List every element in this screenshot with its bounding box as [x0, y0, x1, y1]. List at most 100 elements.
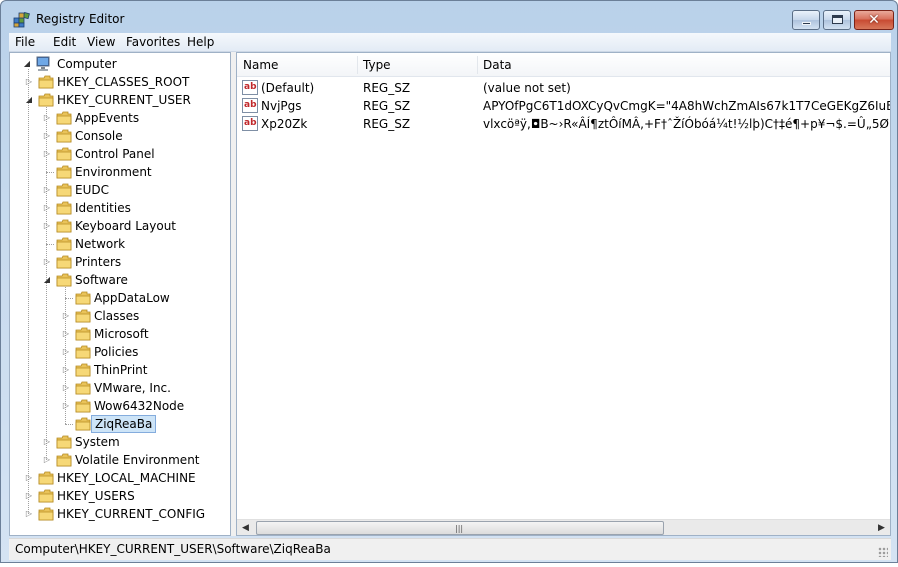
folder-icon	[75, 381, 91, 398]
maximize-button[interactable]	[823, 10, 851, 30]
tree-label: ZiqReaBa	[91, 415, 157, 433]
value-name: (Default)	[261, 81, 315, 95]
expand-arrow-icon[interactable]: ▷	[42, 433, 52, 451]
expand-arrow-icon[interactable]: ▷	[42, 253, 52, 271]
tree-label: Software	[75, 273, 128, 287]
tree-connector-line	[65, 298, 73, 299]
expand-arrow-icon[interactable]: ▷	[61, 361, 71, 379]
expand-arrow-icon[interactable]: ▷	[61, 397, 71, 415]
tree-connector-line	[28, 69, 29, 514]
expand-arrow-icon[interactable]: ▷	[24, 73, 34, 91]
close-button[interactable]: ✕	[854, 10, 894, 30]
tree-label: EUDC	[75, 183, 109, 197]
value-type: REG_SZ	[363, 117, 411, 131]
folder-icon	[38, 471, 54, 488]
tree-label: Environment	[75, 165, 152, 179]
expand-arrow-icon[interactable]: ▷	[24, 487, 34, 505]
expand-arrow-icon[interactable]: ▷	[42, 181, 52, 199]
tree-label: Policies	[94, 345, 139, 359]
folder-icon	[56, 219, 72, 236]
scrollbar-thumb[interactable]: |||	[256, 521, 664, 535]
collapse-arrow-icon[interactable]: ◢	[42, 271, 52, 289]
expand-arrow-icon[interactable]: ▷	[42, 145, 52, 163]
folder-icon	[56, 165, 72, 182]
collapse-arrow-icon[interactable]: ◢	[24, 91, 34, 109]
folder-icon	[56, 201, 72, 218]
value-type: REG_SZ	[363, 81, 411, 95]
folder-icon	[56, 435, 72, 452]
menu-help[interactable]: Help	[187, 35, 214, 49]
values-list[interactable]: Name Type Data ab (Default) REG_SZ (valu…	[236, 52, 891, 536]
menu-favorites[interactable]: Favorites	[126, 35, 180, 49]
menu-bar: File Edit View Favorites Help	[9, 33, 891, 52]
tree-label: AppDataLow	[94, 291, 170, 305]
folder-icon	[56, 237, 72, 254]
expand-arrow-icon[interactable]: ▷	[42, 217, 52, 235]
scroll-right-icon[interactable]: ▶	[873, 520, 890, 535]
tree-label: Network	[75, 237, 126, 251]
tree-label: Wow6432Node	[94, 399, 185, 413]
maximize-icon	[832, 15, 843, 24]
menu-view[interactable]: View	[87, 35, 115, 49]
scroll-left-icon[interactable]: ◀	[237, 520, 254, 535]
registry-tree[interactable]: ◢ Computer ▷ HKEY_CLASSES_ROOT ◢ HKEY_CURRE…	[9, 52, 231, 536]
tree-label: Microsoft	[94, 327, 149, 341]
resize-grip-icon[interactable]	[878, 547, 888, 557]
expand-arrow-icon[interactable]: ▷	[42, 109, 52, 127]
tree-label: HKEY_CURRENT_USER	[57, 93, 191, 107]
expand-arrow-icon[interactable]: ▷	[42, 127, 52, 145]
string-value-icon: ab	[242, 80, 258, 95]
folder-icon	[75, 327, 91, 344]
expand-arrow-icon[interactable]: ▷	[61, 379, 71, 397]
folder-icon	[38, 75, 54, 92]
folder-icon	[56, 453, 72, 470]
thumb-grip-icon: |||	[455, 524, 464, 533]
tree-label: Volatile Environment	[75, 453, 200, 467]
expand-arrow-icon[interactable]: ▷	[61, 307, 71, 325]
value-row[interactable]: ab NvjPgs REG_SZ APYOfPgC6T1dOXCyQvCmgK=…	[237, 97, 890, 115]
folder-icon	[38, 93, 54, 110]
value-row[interactable]: ab (Default) REG_SZ (value not set)	[237, 79, 890, 97]
tree-label: VMware, Inc.	[94, 381, 171, 395]
tree-label: Console	[75, 129, 123, 143]
folder-icon	[56, 255, 72, 272]
title-bar[interactable]: Registry Editor ✕	[1, 1, 897, 33]
menu-file[interactable]: File	[15, 35, 35, 49]
tree-label: System	[75, 435, 120, 449]
column-data[interactable]: Data	[477, 53, 890, 77]
tree-connector-line	[65, 424, 73, 425]
value-data: APYOfPgC6T1dOXCyQvCmgK="4A8hWchZmAIs67k1…	[483, 99, 890, 113]
folder-icon	[75, 363, 91, 380]
column-type[interactable]: Type	[357, 53, 477, 77]
close-icon: ✕	[868, 12, 880, 28]
menu-edit[interactable]: Edit	[53, 35, 76, 49]
expand-arrow-icon[interactable]: ▷	[42, 199, 52, 217]
expand-arrow-icon[interactable]: ▷	[24, 469, 34, 487]
expand-arrow-icon[interactable]: ▷	[61, 325, 71, 343]
tree-label: Keyboard Layout	[75, 219, 177, 233]
collapse-arrow-icon[interactable]: ◢	[22, 55, 32, 73]
folder-icon	[56, 111, 72, 128]
folder-icon	[56, 273, 72, 290]
minimize-icon	[802, 22, 811, 25]
tree-label: Control Panel	[75, 147, 155, 161]
value-row[interactable]: ab Xp20Zk REG_SZ vlxcöªÿ,◘B~›R«ÂÍ¶ztÔíMÂ…	[237, 115, 890, 133]
expand-arrow-icon[interactable]: ▷	[42, 451, 52, 469]
folder-icon	[75, 291, 91, 308]
folder-icon	[75, 399, 91, 416]
horizontal-scrollbar[interactable]: ◀ ||| ▶	[237, 519, 890, 535]
tree-label-computer: Computer	[57, 57, 117, 71]
expand-arrow-icon[interactable]: ▷	[61, 343, 71, 361]
value-name: Xp20Zk	[261, 117, 308, 131]
folder-icon	[56, 147, 72, 164]
status-bar: Computer\HKEY_CURRENT_USER\Software\ZiqR…	[9, 538, 891, 560]
column-header: Name Type Data	[237, 53, 890, 77]
folder-icon	[38, 507, 54, 524]
column-name[interactable]: Name	[237, 53, 357, 77]
tree-label: AppEvents	[75, 111, 140, 125]
computer-icon	[36, 56, 50, 71]
tree-connector-line	[46, 244, 54, 245]
expand-arrow-icon[interactable]: ▷	[24, 505, 34, 523]
folder-icon	[38, 489, 54, 506]
minimize-button[interactable]	[792, 10, 820, 30]
